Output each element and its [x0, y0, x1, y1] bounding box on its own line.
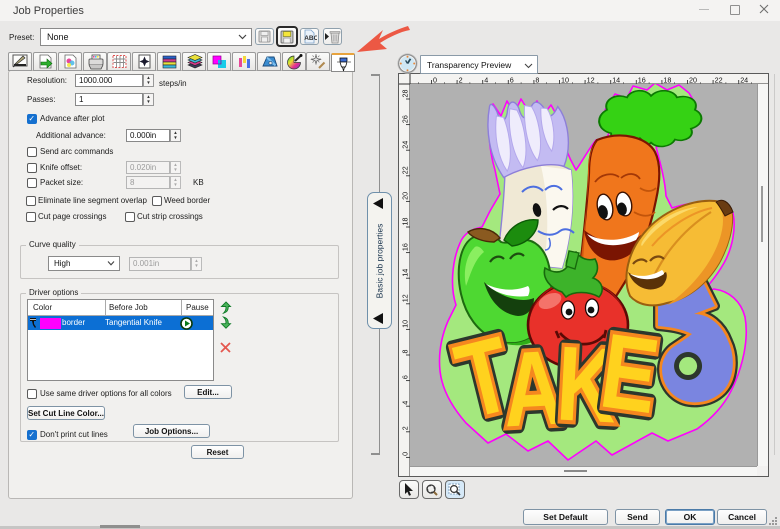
svg-text:22: 22	[401, 166, 410, 174]
svg-text:ABC: ABC	[304, 35, 317, 42]
svg-text:18: 18	[401, 218, 410, 226]
svg-text:26: 26	[401, 115, 410, 123]
svg-text:6: 6	[401, 375, 410, 379]
svg-text:4: 4	[401, 401, 410, 405]
svg-text:2: 2	[401, 426, 410, 430]
svg-text:20: 20	[401, 192, 410, 200]
svg-text:28: 28	[401, 90, 410, 98]
svg-text:16: 16	[401, 243, 410, 251]
svg-text:8: 8	[401, 350, 410, 354]
svg-text:12: 12	[401, 294, 410, 302]
svg-text:10: 10	[401, 320, 410, 328]
svg-text:24: 24	[401, 141, 410, 149]
svg-text:0: 0	[401, 452, 410, 456]
svg-text:14: 14	[401, 269, 410, 277]
